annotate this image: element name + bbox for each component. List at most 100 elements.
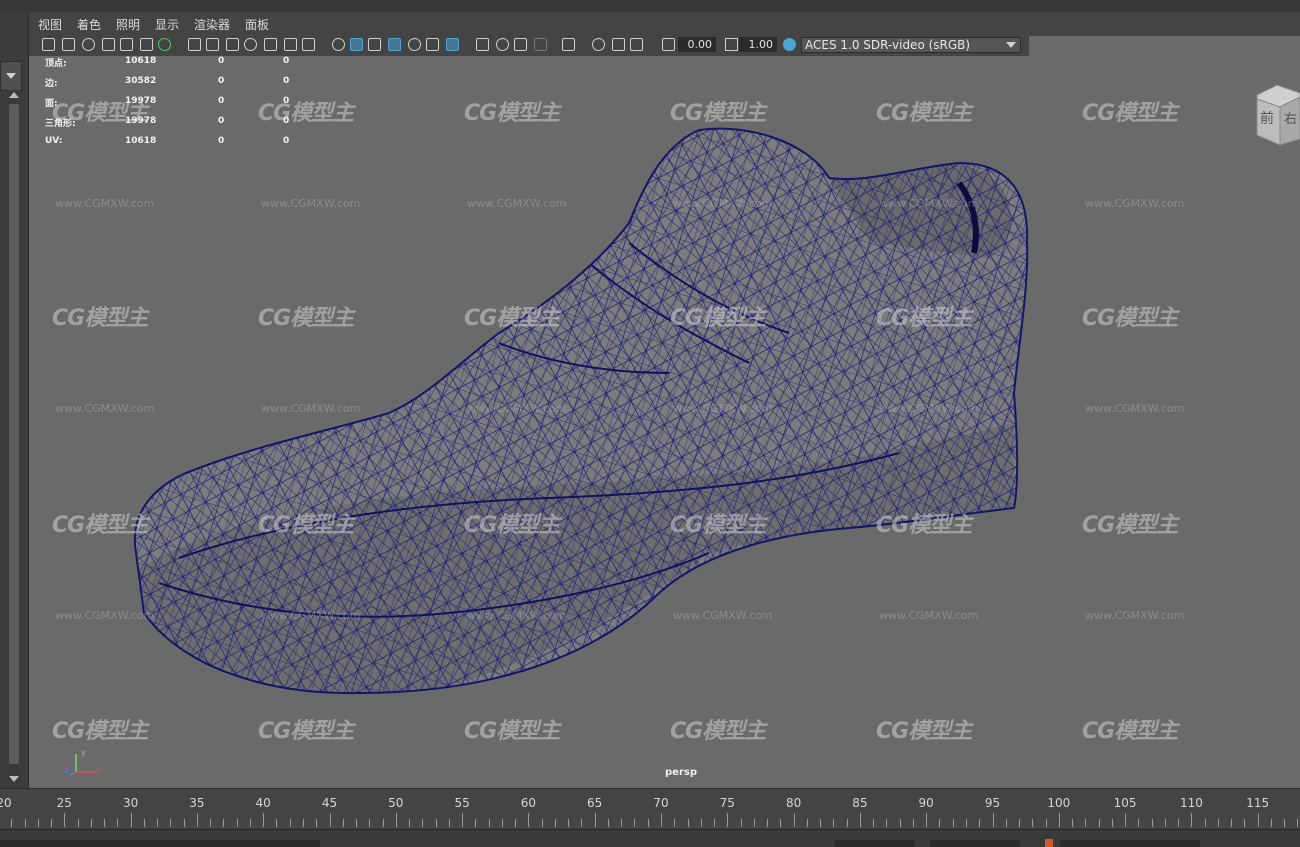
time-tick: [24, 819, 26, 827]
time-tick: [1231, 819, 1233, 827]
smooth-shade-icon[interactable]: [206, 38, 219, 51]
time-tick: [952, 819, 954, 827]
time-tick: [979, 819, 981, 827]
time-tick: [64, 813, 66, 827]
watermark-logo: CG模型主: [876, 719, 972, 744]
camera-icon[interactable]: [42, 38, 55, 51]
isolate-icon[interactable]: [284, 38, 297, 51]
film-gate-icon[interactable]: [140, 38, 153, 51]
lights-icon[interactable]: [244, 38, 257, 51]
gamma-field[interactable]: 1.00: [739, 37, 777, 52]
color-management-icon[interactable]: [368, 38, 381, 51]
watermark-url: www.CGMXW.com: [879, 402, 979, 415]
scroll-up-icon[interactable]: [9, 92, 19, 98]
menu-view[interactable]: 视图: [38, 16, 62, 33]
time-tick: [767, 819, 769, 827]
watermark-url: www.CGMXW.com: [673, 609, 773, 622]
time-tick: [316, 819, 318, 827]
time-tick: [700, 819, 702, 827]
smooth-shade-icon[interactable]: [562, 38, 575, 51]
gamma-icon[interactable]: [350, 38, 363, 51]
time-tick: [939, 819, 941, 827]
shadows-icon[interactable]: [264, 38, 277, 51]
resolution-gate-icon[interactable]: [514, 38, 527, 51]
menu-panels[interactable]: 面板: [245, 16, 269, 33]
view-cube[interactable]: 前 右: [1255, 83, 1300, 151]
time-tick: [674, 819, 676, 827]
scrollbar-thumb[interactable]: [9, 104, 19, 764]
color-management-icon[interactable]: [783, 38, 796, 51]
textured-icon[interactable]: [592, 38, 605, 51]
isolate-icon[interactable]: [662, 38, 675, 51]
watermark-logo: CG模型主: [876, 513, 972, 538]
view-cube-front-label[interactable]: 前: [1260, 108, 1274, 128]
hud-label: 三角形:: [45, 119, 76, 129]
bookmark-icon[interactable]: [426, 38, 439, 51]
watermark-logo: CG模型主: [670, 306, 766, 331]
left-scrollbar[interactable]: [8, 90, 20, 784]
time-tick: [356, 819, 358, 827]
menu-show[interactable]: 显示: [155, 16, 179, 33]
menu-renderer[interactable]: 渲染器: [194, 16, 230, 33]
gamma-icon[interactable]: [725, 38, 738, 51]
panel-dropdown-button[interactable]: [0, 61, 22, 91]
textured-icon[interactable]: [226, 38, 239, 51]
viewport-3d[interactable]: y x z: [29, 12, 1300, 788]
time-tick: [1138, 819, 1140, 827]
film-gate-icon[interactable]: [496, 38, 509, 51]
watermark-url: www.CGMXW.com: [1085, 402, 1185, 415]
time-tick: [965, 819, 967, 827]
wireframe-icon[interactable]: [188, 38, 201, 51]
color-management-dropdown[interactable]: ACES 1.0 SDR-video (sRGB): [801, 37, 1021, 53]
hud-value: 0: [218, 136, 225, 146]
time-tick: [1045, 819, 1047, 827]
camera-attributes-icon[interactable]: [62, 38, 75, 51]
shadows-icon[interactable]: [630, 38, 643, 51]
menu-lighting[interactable]: 照明: [116, 16, 140, 33]
time-tick: [793, 813, 795, 827]
time-tick: [753, 819, 755, 827]
time-tick: [1085, 819, 1087, 827]
time-tick: [1297, 819, 1299, 827]
time-tick: [594, 813, 596, 827]
time-tick: [634, 819, 636, 827]
watermark-logo: CG模型主: [464, 513, 560, 538]
time-tick: [714, 819, 716, 827]
bookmark-icon[interactable]: [82, 38, 95, 51]
time-tick: [568, 819, 570, 827]
watermark-logo: CG模型主: [258, 719, 354, 744]
hud-label: UV:: [45, 136, 63, 146]
hud-value: 30582: [125, 76, 157, 86]
time-tick: [886, 819, 888, 827]
time-slider-label: 110: [1179, 796, 1203, 810]
wireframe-icon[interactable]: [534, 38, 547, 51]
menu-shading[interactable]: 着色: [77, 16, 101, 33]
time-tick: [1005, 819, 1007, 827]
watermark-logo: CG模型主: [464, 306, 560, 331]
grid-icon[interactable]: [476, 38, 489, 51]
camera-attributes-icon[interactable]: [408, 38, 421, 51]
exposure-field[interactable]: 0.00: [678, 37, 716, 52]
time-tick: [276, 819, 278, 827]
chevron-down-icon: [6, 73, 16, 79]
lights-icon[interactable]: [612, 38, 625, 51]
camera-icon[interactable]: [388, 38, 401, 51]
exposure-icon[interactable]: [332, 38, 345, 51]
time-tick: [223, 819, 225, 827]
scroll-down-icon[interactable]: [9, 776, 19, 782]
time-tick: [183, 819, 185, 827]
image-plane-icon[interactable]: [446, 38, 459, 51]
time-tick: [1164, 819, 1166, 827]
grid-icon[interactable]: [120, 38, 133, 51]
xray-icon[interactable]: [302, 38, 315, 51]
time-slider[interactable]: 20 25 30 35 40 45 50 55 60 65 70 75 80 85 90 95 100 105 11…: [0, 788, 1300, 829]
resolution-gate-icon[interactable]: [158, 38, 171, 51]
view-cube-right-label[interactable]: 右: [1284, 108, 1297, 127]
color-management-label: ACES 1.0 SDR-video (sRGB): [805, 38, 971, 52]
hud-value: 0: [283, 76, 290, 86]
time-slider-label: 50: [388, 796, 404, 810]
time-tick: [369, 819, 371, 827]
range-slider[interactable]: [0, 829, 1300, 847]
image-plane-icon[interactable]: [102, 38, 115, 51]
time-tick: [1111, 819, 1113, 827]
